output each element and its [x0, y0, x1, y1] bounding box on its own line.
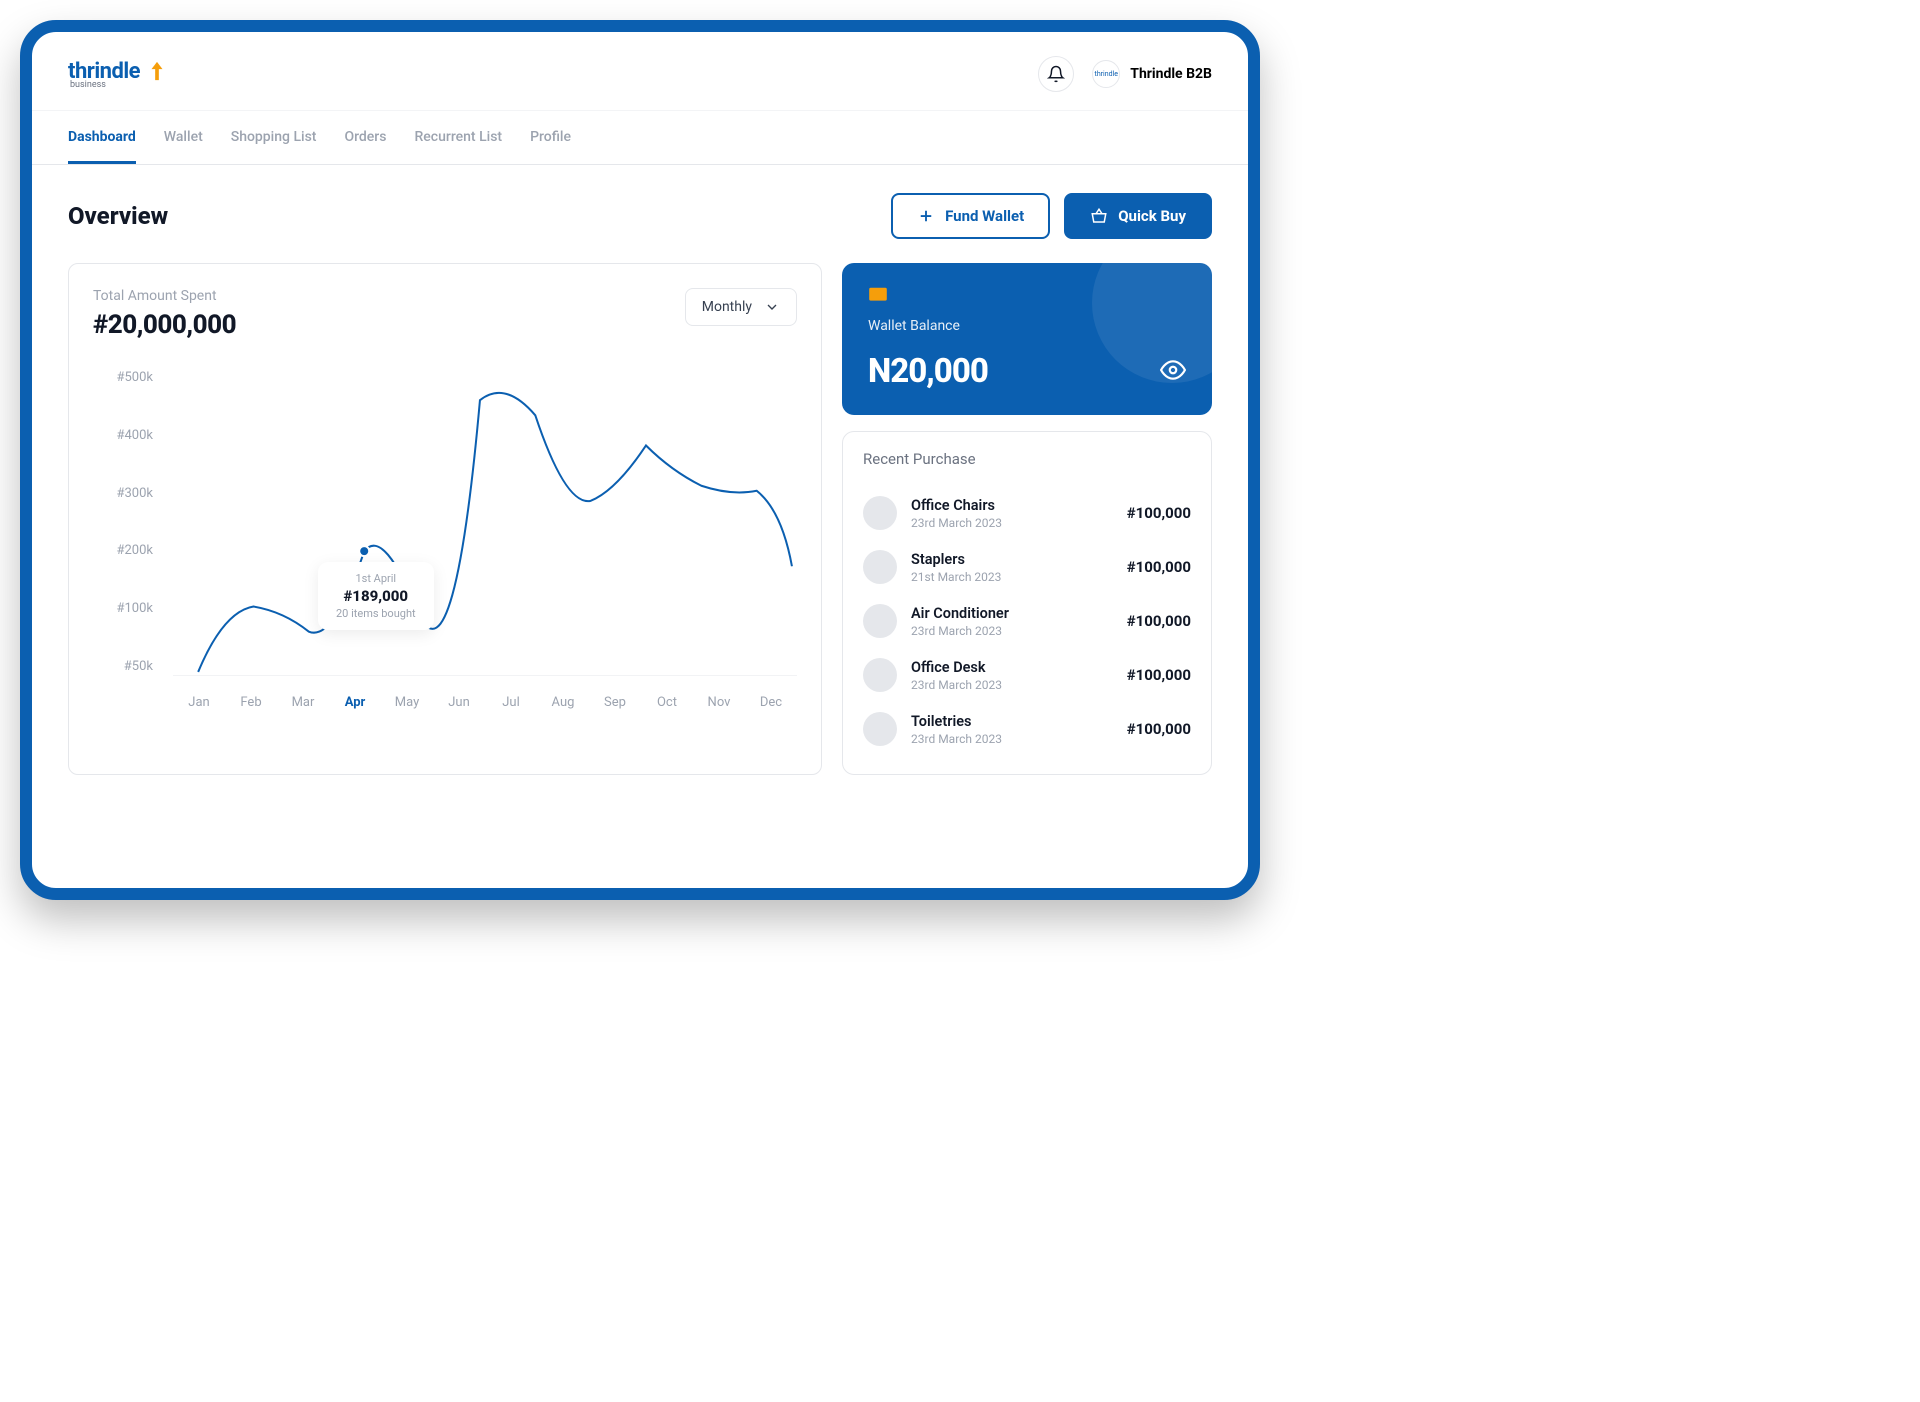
purchase-amount: #100,000: [1127, 558, 1191, 576]
user-menu[interactable]: thrindle Thrindle B2B: [1092, 60, 1212, 88]
recent-purchases-card: Recent Purchase Office Chairs 23rd March…: [842, 431, 1212, 775]
tooltip-amount: #189,000: [336, 587, 416, 605]
main-content: Total Amount Spent #20,000,000 Monthly #…: [32, 263, 1248, 805]
x-tick: Aug: [537, 695, 589, 710]
x-axis: Jan Feb Mar Apr May Jun Jul Aug Sep Oct …: [173, 695, 797, 710]
y-tick: #200k: [93, 543, 153, 558]
plus-icon: [917, 207, 935, 225]
nav-wallet[interactable]: Wallet: [164, 111, 203, 164]
x-tick: Sep: [589, 695, 641, 710]
x-tick: Nov: [693, 695, 745, 710]
purchase-amount: #100,000: [1127, 504, 1191, 522]
y-tick: #500k: [93, 370, 153, 385]
wallet-label: Wallet Balance: [868, 318, 1186, 334]
chart-tooltip: 1st April #189,000 20 items bought: [318, 562, 434, 630]
header-actions: thrindle Thrindle B2B: [1038, 56, 1212, 92]
subheader: Overview Fund Wallet Quick Buy: [32, 165, 1248, 263]
purchase-name: Office Desk: [911, 659, 1113, 676]
tooltip-date: 1st April: [336, 572, 416, 585]
purchase-row[interactable]: Office Desk 23rd March 2023 #100,000: [863, 648, 1191, 702]
purchase-date: 23rd March 2023: [911, 678, 1113, 692]
purchase-name: Toiletries: [911, 713, 1113, 730]
y-tick: #300k: [93, 486, 153, 501]
x-tick: Mar: [277, 695, 329, 710]
quick-buy-label: Quick Buy: [1118, 207, 1186, 225]
nav-profile[interactable]: Profile: [530, 111, 571, 164]
purchase-thumbnail: [863, 712, 897, 746]
logo[interactable]: thrindle business: [68, 59, 168, 90]
basket-icon: [1090, 207, 1108, 225]
purchase-row[interactable]: Office Chairs 23rd March 2023 #100,000: [863, 486, 1191, 540]
y-tick: #50k: [93, 659, 153, 674]
wallet-balance-card: Wallet Balance N20,000: [842, 263, 1212, 415]
purchase-thumbnail: [863, 550, 897, 584]
quick-buy-button[interactable]: Quick Buy: [1064, 193, 1212, 239]
chart-total-amount: #20,000,000: [93, 310, 236, 340]
spending-chart-card: Total Amount Spent #20,000,000 Monthly #…: [68, 263, 822, 775]
nav-recurrent-list[interactable]: Recurrent List: [414, 111, 502, 164]
purchase-amount: #100,000: [1127, 720, 1191, 738]
user-name: Thrindle B2B: [1130, 66, 1212, 82]
purchase-thumbnail: [863, 604, 897, 638]
purchase-row[interactable]: Air Conditioner 23rd March 2023 #100,000: [863, 594, 1191, 648]
line-chart: [173, 370, 797, 676]
x-tick: Oct: [641, 695, 693, 710]
purchase-amount: #100,000: [1127, 612, 1191, 630]
y-axis: #500k #400k #300k #200k #100k #50k: [93, 370, 153, 674]
period-label: Monthly: [702, 299, 752, 315]
purchase-date: 23rd March 2023: [911, 516, 1113, 530]
period-selector[interactable]: Monthly: [685, 288, 797, 326]
x-tick: Jun: [433, 695, 485, 710]
toggle-balance-visibility[interactable]: [1160, 357, 1186, 387]
x-tick-active: Apr: [329, 695, 381, 710]
chevron-down-icon: [764, 299, 780, 315]
purchase-row[interactable]: Staplers 21st March 2023 #100,000: [863, 540, 1191, 594]
app-frame: thrindle business thrindle Thrindle B2B …: [20, 20, 1260, 900]
x-tick: May: [381, 695, 433, 710]
purchase-thumbnail: [863, 496, 897, 530]
page-actions: Fund Wallet Quick Buy: [891, 193, 1212, 239]
purchase-thumbnail: [863, 658, 897, 692]
x-tick: Jan: [173, 695, 225, 710]
purchase-name: Air Conditioner: [911, 605, 1113, 622]
tooltip-items: 20 items bought: [336, 607, 416, 620]
bell-icon: [1047, 65, 1065, 83]
header: thrindle business thrindle Thrindle B2B: [32, 32, 1248, 110]
nav-dashboard[interactable]: Dashboard: [68, 111, 136, 164]
purchase-row[interactable]: Toiletries 23rd March 2023 #100,000: [863, 702, 1191, 756]
chart-area: #500k #400k #300k #200k #100k #50k 1st A…: [93, 370, 797, 710]
eye-icon: [1160, 357, 1186, 383]
recent-title: Recent Purchase: [863, 450, 1191, 468]
avatar: thrindle: [1092, 60, 1120, 88]
chart-label: Total Amount Spent: [93, 288, 236, 304]
purchase-name: Office Chairs: [911, 497, 1113, 514]
purchase-date: 23rd March 2023: [911, 732, 1113, 746]
main-nav: Dashboard Wallet Shopping List Orders Re…: [32, 110, 1248, 165]
purchase-date: 23rd March 2023: [911, 624, 1113, 638]
y-tick: #400k: [93, 428, 153, 443]
side-panel: Wallet Balance N20,000 Recent Purchase O…: [842, 263, 1212, 775]
page-title: Overview: [68, 202, 168, 230]
wallet-balance: N20,000: [868, 352, 988, 391]
nav-shopping-list[interactable]: Shopping List: [231, 111, 317, 164]
purchase-name: Staplers: [911, 551, 1113, 568]
purchase-amount: #100,000: [1127, 666, 1191, 684]
fund-wallet-button[interactable]: Fund Wallet: [891, 193, 1050, 239]
purchase-date: 21st March 2023: [911, 570, 1113, 584]
notifications-button[interactable]: [1038, 56, 1074, 92]
y-tick: #100k: [93, 601, 153, 616]
x-tick: Jul: [485, 695, 537, 710]
x-tick: Feb: [225, 695, 277, 710]
fund-wallet-label: Fund Wallet: [945, 207, 1024, 225]
x-tick: Dec: [745, 695, 797, 710]
brand-icon: [146, 60, 168, 88]
nav-orders[interactable]: Orders: [344, 111, 386, 164]
